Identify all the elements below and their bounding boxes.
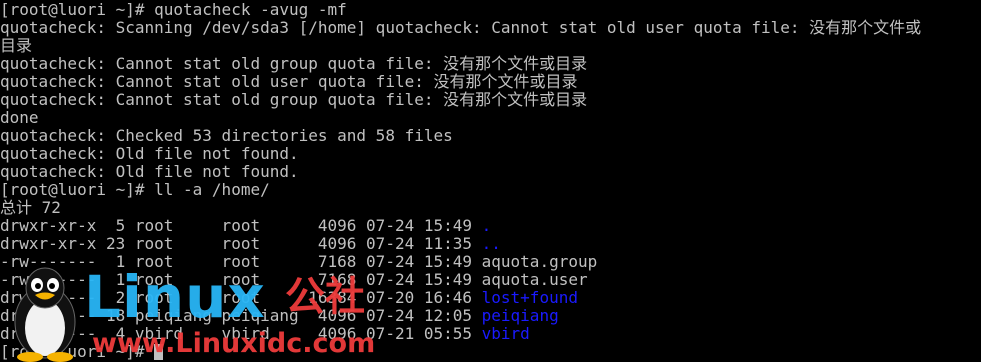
terminal-line: [root@luori ~]#	[0, 342, 164, 361]
terminal-text: quotacheck: Old file not found.	[0, 144, 299, 163]
terminal-line: quotacheck: Scanning /dev/sda3 [/home] q…	[0, 19, 921, 37]
terminal-text: [root@luori ~]# ll -a /home/	[0, 180, 270, 199]
terminal-text: done	[0, 108, 39, 127]
terminal-line: 目录	[0, 37, 32, 55]
terminal-line: [root@luori ~]# ll -a /home/	[0, 181, 270, 199]
terminal-line: quotacheck: Old file not found.	[0, 163, 299, 181]
directory-name: vbird	[481, 324, 530, 343]
terminal-line: drwxr-xr-x 5 root root 4096 07-24 15:49 …	[0, 217, 491, 235]
terminal-line: drwx------ 18 peiqiang peiqiang 4096 07-…	[0, 307, 559, 325]
terminal-text: quotacheck: Cannot stat old group quota …	[0, 54, 588, 73]
terminal-text: quotacheck: Old file not found.	[0, 162, 299, 181]
directory-name: .	[481, 216, 492, 235]
terminal-line: -rw------- 1 root root 7168 07-24 15:49 …	[0, 271, 588, 289]
terminal-line: quotacheck: Checked 53 directories and 5…	[0, 127, 453, 145]
terminal-text: 总计 72	[0, 198, 61, 217]
terminal-text: quotacheck: Cannot stat old user quota f…	[0, 72, 578, 91]
terminal-line: -rw------- 1 root root 7168 07-24 15:49 …	[0, 253, 597, 271]
terminal-text: quotacheck: Checked 53 directories and 5…	[0, 126, 453, 145]
terminal-line: 总计 72	[0, 199, 61, 217]
terminal-text: quotacheck: Cannot stat old group quota …	[0, 90, 588, 109]
terminal-line: done	[0, 109, 39, 127]
terminal-text: drwxr-xr-x 5 root root 4096 07-24 15:49	[0, 216, 482, 235]
terminal-text: 目录	[0, 36, 33, 55]
terminal-line: quotacheck: Old file not found.	[0, 145, 299, 163]
terminal-line: drwx------ 4 vbird vbird 4096 07-21 05:5…	[0, 325, 530, 343]
terminal-text: drwx------ 18 peiqiang peiqiang 4096 07-…	[0, 306, 482, 325]
terminal-text: drwx------ 4 vbird vbird 4096 07-21 05:5…	[0, 324, 482, 343]
terminal-line: [root@luori ~]# quotacheck -avug -mf	[0, 1, 347, 19]
terminal-text: [root@luori ~]#	[0, 342, 155, 361]
directory-name: ..	[481, 234, 501, 253]
terminal-line: quotacheck: Cannot stat old user quota f…	[0, 73, 577, 91]
terminal-line: drwxr-xr-x 23 root root 4096 07-24 11:35…	[0, 235, 501, 253]
terminal-text: quotacheck: Scanning /dev/sda3 [/home] q…	[0, 18, 922, 37]
directory-name: peiqiang	[481, 306, 559, 325]
terminal-text: [root@luori ~]# quotacheck -avug -mf	[0, 0, 347, 19]
terminal-window[interactable]: [root@luori ~]# quotacheck -avug -mf quot…	[0, 0, 981, 362]
terminal-text: drwx------ 2 root root 16384 07-20 16:46	[0, 288, 482, 307]
terminal-cursor	[154, 344, 164, 360]
terminal-line: drwx------ 2 root root 16384 07-20 16:46…	[0, 289, 578, 307]
terminal-text: -rw------- 1 root root 7168 07-24 15:49 …	[0, 252, 598, 271]
terminal-text: drwxr-xr-x 23 root root 4096 07-24 11:35	[0, 234, 482, 253]
terminal-line: quotacheck: Cannot stat old group quota …	[0, 55, 587, 73]
terminal-text: -rw------- 1 root root 7168 07-24 15:49 …	[0, 270, 588, 289]
directory-name: lost+found	[481, 288, 578, 307]
terminal-line: quotacheck: Cannot stat old group quota …	[0, 91, 587, 109]
